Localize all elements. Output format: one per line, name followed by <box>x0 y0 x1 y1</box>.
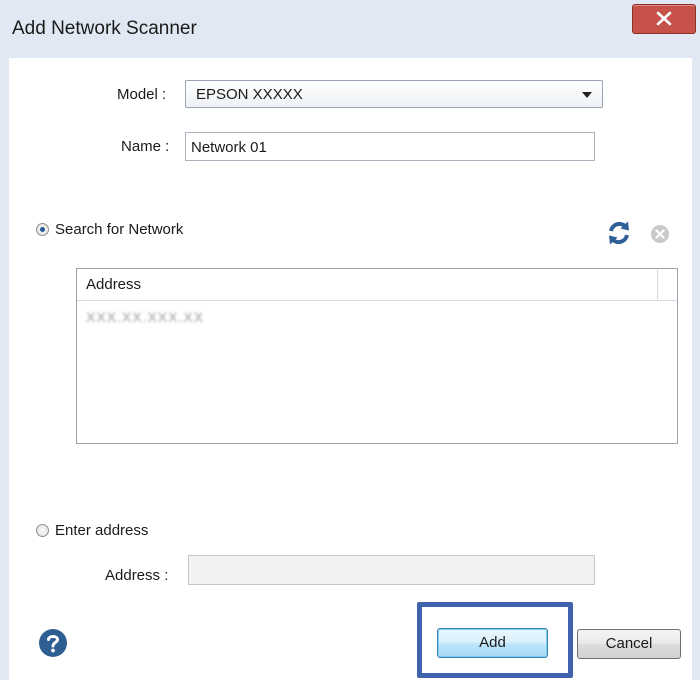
address-field-label: Address : <box>105 567 169 584</box>
column-separator <box>657 269 658 300</box>
title-bar[interactable]: Add Network Scanner <box>0 0 700 59</box>
close-icon <box>656 11 672 26</box>
cancel-button[interactable]: Cancel <box>577 629 681 659</box>
name-label: Name : <box>121 138 170 155</box>
address-list-row[interactable]: XXX.XX.XXX.XX <box>86 309 204 325</box>
window-frame-left <box>0 58 9 680</box>
address-list-header[interactable]: Address <box>77 269 677 301</box>
dialog-body: Model : EPSON XXXXX Name : Network 01 Se… <box>9 58 692 680</box>
search-for-network-radio[interactable] <box>36 223 49 236</box>
model-dropdown[interactable]: EPSON XXXXX <box>185 80 603 108</box>
add-button[interactable]: Add <box>437 628 548 658</box>
search-for-network-label[interactable]: Search for Network <box>55 221 183 238</box>
close-button[interactable] <box>632 4 696 34</box>
address-list[interactable]: Address XXX.XX.XXX.XX <box>76 268 678 444</box>
name-input[interactable]: Network 01 <box>185 132 595 161</box>
model-dropdown-value: EPSON XXXXX <box>196 86 303 103</box>
cancel-search-icon[interactable] <box>650 224 670 244</box>
chevron-down-icon <box>582 92 592 98</box>
enter-address-label[interactable]: Enter address <box>55 522 148 539</box>
window-frame-right <box>692 58 700 680</box>
address-input[interactable] <box>188 555 595 585</box>
add-network-scanner-dialog: Add Network Scanner Model : EPSON XXXXX … <box>0 0 700 680</box>
address-column-header[interactable]: Address <box>86 276 141 293</box>
help-icon[interactable] <box>38 628 68 658</box>
refresh-icon[interactable] <box>604 218 634 248</box>
model-label: Model : <box>117 86 167 103</box>
enter-address-radio[interactable] <box>36 524 49 537</box>
name-input-value: Network 01 <box>191 139 267 156</box>
dialog-title: Add Network Scanner <box>12 18 197 39</box>
